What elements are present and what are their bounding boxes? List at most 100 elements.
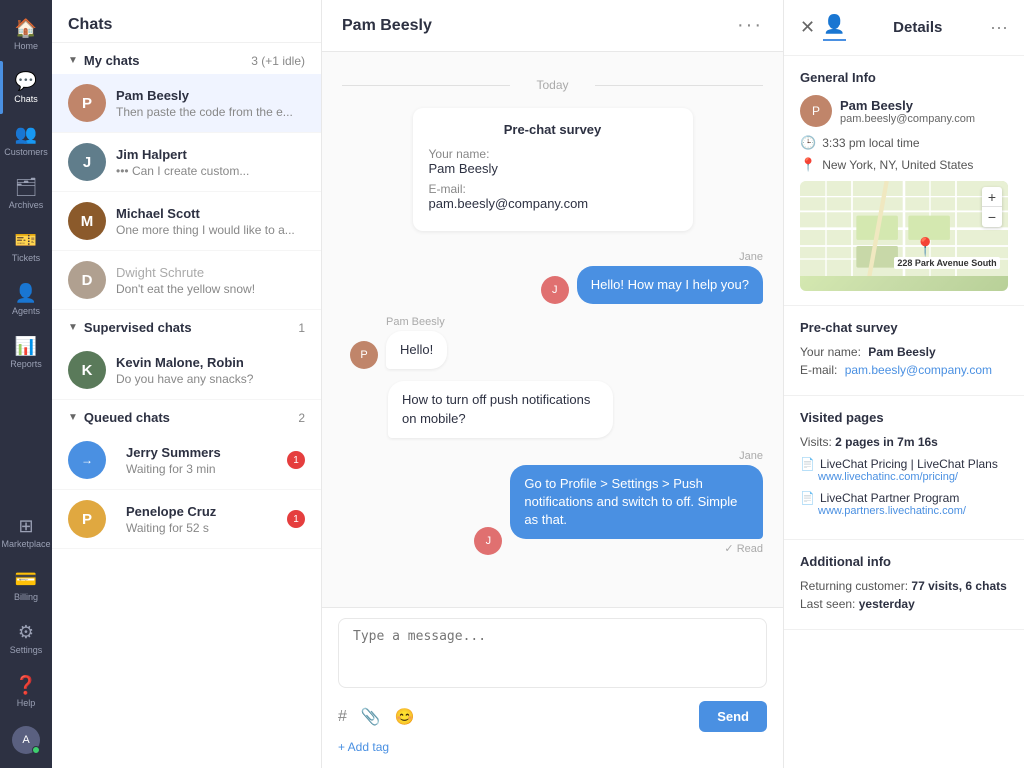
nav-settings[interactable]: ⚙ Settings: [0, 612, 52, 665]
chat-item-jerry[interactable]: → Jerry Summers Waiting for 3 min 1: [52, 431, 321, 490]
survey-name-row: Your name: Pam Beesly: [800, 345, 1008, 359]
chat-options-button[interactable]: ···: [737, 14, 763, 37]
input-toolbar: # 📎 😊 Send: [338, 693, 767, 736]
hashtag-icon[interactable]: #: [338, 708, 347, 726]
message-row-pam-1: P Pam Beesly Hello!: [342, 316, 763, 369]
nav-user-avatar[interactable]: A: [0, 718, 52, 760]
returning-customer-row: Returning customer: 77 visits, 6 chats: [800, 579, 1008, 593]
kevin-avatar: K: [68, 351, 106, 389]
queued-chats-section-header[interactable]: ▼ Queued chats 2: [52, 400, 321, 431]
online-status-dot: [32, 746, 40, 754]
general-info-title: General Info: [800, 70, 1008, 85]
nav-tickets[interactable]: 🎫 Tickets: [0, 220, 52, 273]
bubble-pam-1: Hello!: [386, 331, 447, 369]
chat-item-penelope[interactable]: P Penelope Cruz Waiting for 52 s 1: [52, 490, 321, 549]
penelope-badge: 1: [287, 510, 305, 528]
kevin-preview: Do you have any snacks?: [116, 372, 305, 386]
settings-icon: ⚙: [18, 622, 34, 643]
details-options-button[interactable]: ···: [990, 17, 1008, 38]
jim-name: Jim Halpert: [116, 147, 305, 162]
nav-archives[interactable]: 🗂 Archives: [0, 167, 52, 220]
nav-archives-label: Archives: [9, 200, 44, 210]
michael-info: Michael Scott One more thing I would lik…: [116, 206, 305, 237]
chat-item-pam[interactable]: P Pam Beesly Then paste the code from th…: [52, 74, 321, 133]
msg-sender-jane-1: Jane: [577, 251, 763, 263]
details-header: ✕ 👤 Details ···: [784, 0, 1024, 56]
jane-msg-avatar-2: J: [474, 527, 502, 555]
jerry-name: Jerry Summers: [126, 445, 281, 460]
zoom-out-button[interactable]: −: [982, 207, 1002, 227]
messages-area: Today Pre-chat survey Your name: Pam Bee…: [322, 52, 783, 607]
location-icon: 📍: [800, 157, 816, 173]
michael-avatar: M: [68, 202, 106, 240]
nav-reports-label: Reports: [10, 359, 42, 369]
add-tag-button[interactable]: + Add tag: [338, 736, 767, 758]
date-divider: Today: [342, 78, 763, 92]
clock-icon: 🕒: [800, 135, 816, 151]
queued-chats-label: Queued chats: [84, 410, 170, 425]
nav-agents[interactable]: 👤 Agents: [0, 273, 52, 326]
nav-marketplace-label: Marketplace: [1, 539, 50, 549]
zoom-in-button[interactable]: +: [982, 187, 1002, 207]
nav-reports[interactable]: 📊 Reports: [0, 326, 52, 379]
returning-customer-value: 77 visits, 6 chats: [911, 579, 1006, 593]
chat-contact-name: Pam Beesly: [342, 17, 432, 35]
visited-pages-title: Visited pages: [800, 410, 1008, 425]
send-button[interactable]: Send: [699, 701, 767, 732]
details-location-row: 📍 New York, NY, United States: [800, 157, 1008, 173]
details-location: New York, NY, United States: [822, 158, 973, 172]
bubble-jane-1: Hello! How may I help you?: [577, 266, 763, 304]
page-url-2[interactable]: www.partners.livechatinc.com/: [818, 505, 1008, 517]
nav-help[interactable]: ❓ Help: [0, 665, 52, 718]
bubble-pam-2: How to turn off push notifications on mo…: [388, 381, 613, 437]
tickets-icon: 🎫: [15, 230, 37, 251]
emoji-icon[interactable]: 😊: [395, 707, 415, 727]
page-url-1[interactable]: www.livechatinc.com/pricing/: [818, 471, 1008, 483]
help-icon: ❓: [15, 675, 37, 696]
nav-billing[interactable]: 💳 Billing: [0, 559, 52, 612]
penelope-info: Penelope Cruz Waiting for 52 s: [126, 504, 281, 535]
my-chats-chevron: ▼: [68, 55, 78, 66]
kevin-info: Kevin Malone, Robin Do you have any snac…: [116, 355, 305, 386]
nav-customers[interactable]: 👥 Customers: [0, 114, 52, 167]
input-area: # 📎 😊 Send + Add tag: [322, 607, 783, 768]
msg-content-pam-2: How to turn off push notifications on mo…: [388, 381, 613, 437]
details-user-info: Pam Beesly pam.beesly@company.com: [840, 98, 975, 125]
user-icon[interactable]: 👤: [823, 14, 845, 41]
map-zoom-controls[interactable]: + −: [982, 187, 1002, 227]
map-pin: 📍: [914, 237, 936, 258]
msg-content-jane-1: Jane Hello! How may I help you?: [577, 251, 763, 304]
close-button[interactable]: ✕: [800, 17, 815, 38]
details-local-time: 3:33 pm local time: [822, 136, 919, 150]
nav-marketplace[interactable]: ⊞ Marketplace: [0, 506, 52, 559]
supervised-chats-chevron: ▼: [68, 322, 78, 333]
pam-avatar: P: [68, 84, 106, 122]
reports-icon: 📊: [15, 336, 37, 357]
chat-item-jim[interactable]: J Jim Halpert ••• Can I create custom...: [52, 133, 321, 192]
pre-chat-survey-card: Pre-chat survey Your name: Pam Beesly E-…: [413, 108, 693, 231]
supervised-chats-section-header[interactable]: ▼ Supervised chats 1: [52, 310, 321, 341]
chat-item-michael[interactable]: M Michael Scott One more thing I would l…: [52, 192, 321, 251]
chat-item-dwight[interactable]: D Dwight Schrute Don't eat the yellow sn…: [52, 251, 321, 310]
penelope-avatar: P: [68, 500, 106, 538]
jerry-info: Jerry Summers Waiting for 3 min: [126, 445, 281, 476]
nav-chats[interactable]: 💬 Chats: [0, 61, 52, 114]
my-chats-section-header[interactable]: ▼ My chats 3 (+1 idle): [52, 43, 321, 74]
message-input[interactable]: [338, 618, 767, 688]
nav-agents-label: Agents: [12, 306, 40, 316]
map-view[interactable]: 📍 228 Park Avenue South + −: [800, 181, 1008, 291]
message-row-jane-1: Jane Hello! How may I help you? J: [342, 251, 763, 304]
nav-tickets-label: Tickets: [12, 253, 40, 263]
nav-home[interactable]: 🏠 Home: [0, 8, 52, 61]
chat-item-kevin[interactable]: K Kevin Malone, Robin Do you have any sn…: [52, 341, 321, 400]
visited-link-2: 📄 LiveChat Partner Program www.partners.…: [800, 491, 1008, 517]
jerry-badge: 1: [287, 451, 305, 469]
date-label: Today: [536, 78, 568, 92]
attachment-icon[interactable]: 📎: [361, 707, 381, 727]
navigation: 🏠 Home 💬 Chats 👥 Customers 🗂 Archives 🎫 …: [0, 0, 52, 768]
bubble-jane-2: Go to Profile > Settings > Push notifica…: [510, 465, 763, 540]
msg-content-pam-1: Pam Beesly Hello!: [386, 316, 447, 369]
last-seen-value: yesterday: [859, 597, 915, 611]
penelope-name: Penelope Cruz: [126, 504, 281, 519]
jim-info: Jim Halpert ••• Can I create custom...: [116, 147, 305, 178]
